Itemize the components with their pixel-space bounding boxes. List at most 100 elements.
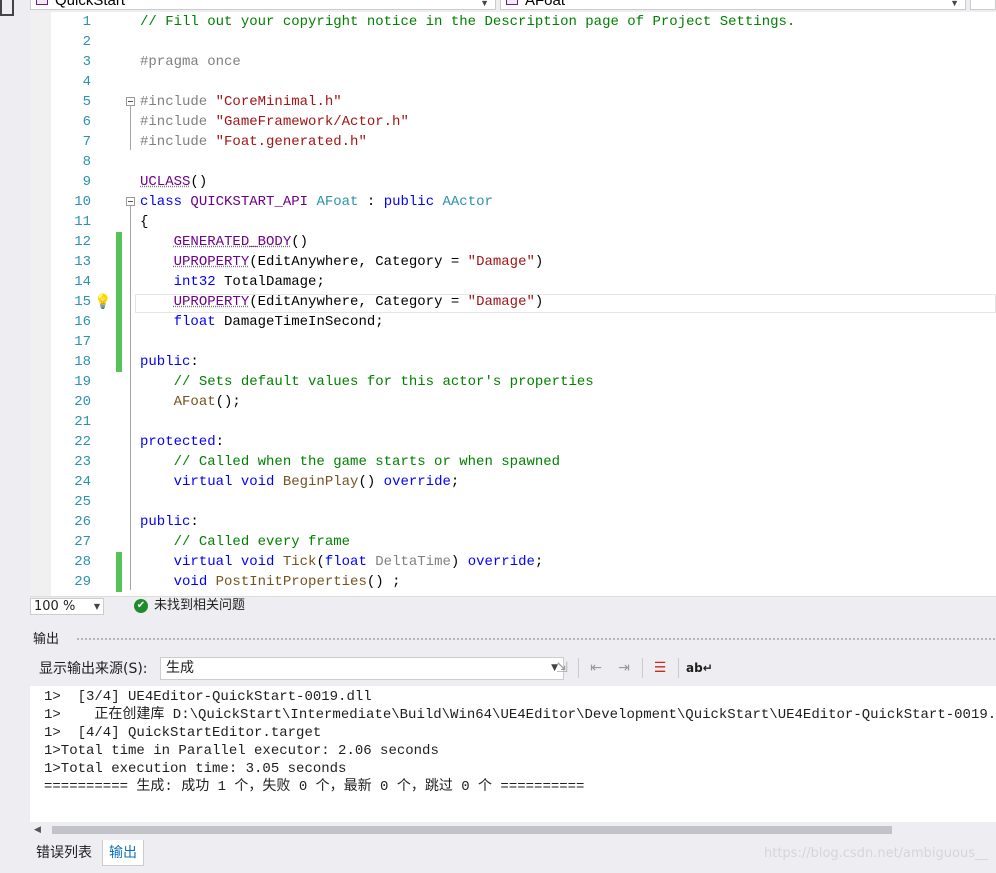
scrollbar-thumb[interactable] [52,826,892,834]
output-line: 1>Total execution time: 3.05 seconds [44,761,347,777]
line-number: 17 [74,334,91,350]
output-toolbar: 显示输出来源(S): 生成 ▼ ⇲ ⇤ ⇥ ☰ ab↵ [30,654,996,684]
code-line[interactable]: 24 virtual void BeginPlay() override; [30,472,996,492]
code-line[interactable]: 26 public: [30,512,996,532]
issues-status-text[interactable]: 未找到相关问题 [154,598,245,614]
code-line[interactable]: 27 // Called every frame [30,532,996,552]
tab-error-list[interactable]: 错误列表 [30,840,98,866]
code-line[interactable]: 7 #include "Foat.generated.h" [30,132,996,152]
code-text: UPROPERTY(EditAnywhere, Category = "Dama… [140,252,544,272]
output-text-area[interactable]: 1> [3/4] UE4Editor-QuickStart-0019.dll 1>… [30,686,996,822]
code-line[interactable]: 29 void PostInitProperties() ; [30,572,996,592]
code-line[interactable]: 2 [30,32,996,52]
code-line[interactable]: 5 #include "CoreMinimal.h" [30,92,996,112]
code-token: void [173,574,216,590]
line-number: 26 [74,514,91,530]
code-text: virtual void Tick(float DeltaTime) overr… [140,552,544,572]
line-number: 6 [82,114,91,130]
code-line[interactable]: 10 class QUICKSTART_API AFoat : public AA… [30,192,996,212]
code-line[interactable]: 19 // Sets default values for this actor… [30,372,996,392]
clear-all-icon[interactable]: ☰ [650,658,670,678]
code-line[interactable]: 9 UCLASS() [30,172,996,192]
output-horizontal-scrollbar[interactable]: ◀ [30,822,996,838]
line-number: 9 [82,174,91,190]
code-line[interactable]: 14 int32 TotalDamage; [30,272,996,292]
code-line[interactable]: 11 { [30,212,996,232]
code-line[interactable]: 12 GENERATED_BODY() [30,232,996,252]
code-text: class QUICKSTART_API AFoat : public AAct… [140,192,493,212]
code-token: TotalDamage; [224,274,325,290]
code-token: GENERATED_BODY [173,234,292,250]
code-line[interactable]: 20 AFoat(); [30,392,996,412]
collapse-icon[interactable] [126,197,135,206]
output-pane-header: 输出 [30,630,996,650]
code-line[interactable]: 25 [30,492,996,512]
code-token: virtual void [173,554,283,570]
code-line[interactable]: 8 [30,152,996,172]
line-number: 11 [74,214,91,230]
code-line[interactable]: 17 [30,332,996,352]
output-line: 1> 正在创建库 D:\QuickStart\Intermediate\Buil… [44,707,996,723]
code-token: #include [140,94,216,110]
code-line[interactable]: 1 // Fill out your copyright notice in th… [30,12,996,32]
code-token: "Damage" [467,254,535,270]
code-line[interactable]: 13 UPROPERTY(EditAnywhere, Category = "D… [30,252,996,272]
change-marker [116,292,122,312]
output-source-select[interactable]: 生成 ▼ [160,657,564,680]
code-token: // Called every frame [173,534,351,550]
line-number: 7 [82,134,91,150]
lightbulb-icon[interactable]: 💡 [94,293,111,311]
find-message-icon[interactable]: ⇲ [552,658,572,678]
code-token: protected [140,434,216,450]
output-line: 1> [4/4] QuickStartEditor.target [44,725,322,741]
project-dropdown[interactable]: QuickStart ▼ [30,0,496,10]
scroll-left-icon[interactable]: ◀ [34,825,41,835]
code-token: AFoat [173,394,216,410]
code-token: override [467,554,535,570]
toolbar-divider [678,658,679,678]
code-line[interactable]: 16 float DamageTimeInSecond; [30,312,996,332]
line-number: 29 [74,574,91,590]
code-token: ) [450,554,468,570]
member-dropdown[interactable]: AFoat ▼ [500,0,966,10]
change-marker [116,552,122,572]
word-wrap-icon[interactable]: ab↵ [686,658,713,678]
code-line[interactable]: 6 #include "GameFramework/Actor.h" [30,112,996,132]
code-text: #pragma once [140,52,241,72]
code-line[interactable]: 28 virtual void Tick(float DeltaTime) ov… [30,552,996,572]
code-token: #include [140,134,216,150]
code-line[interactable]: 3 #pragma once [30,52,996,72]
scope-dropdown[interactable] [970,0,996,10]
code-token: BeginPlay [282,474,359,490]
zoom-dropdown[interactable]: 100 % ▼ [30,598,104,615]
code-text: #include "CoreMinimal.h" [140,92,342,112]
code-token: ; [450,474,460,490]
change-marker [116,232,122,252]
code-line[interactable]: 21 [30,412,996,432]
editor-status-row: 100 % ▼ ✔ 未找到相关问题 [30,596,996,616]
code-line[interactable]: 4 [30,72,996,92]
line-number: 2 [82,34,91,50]
code-line[interactable]: 22 protected: [30,432,996,452]
current-line-highlight [135,294,996,313]
next-message-icon[interactable]: ⇥ [614,658,634,678]
pane-drag-grip[interactable] [76,637,996,642]
code-text: // Fill out your copyright notice in the… [140,12,795,32]
previous-message-icon[interactable]: ⇤ [586,658,606,678]
tab-output[interactable]: 输出 [102,840,144,866]
code-token: DamageTimeInSecond; [224,314,384,330]
code-editor[interactable]: 1 // Fill out your copyright notice in th… [30,12,996,596]
code-token: : [358,194,384,210]
collapse-icon[interactable] [126,97,135,106]
code-token: int32 [173,274,225,290]
code-token: // Sets default values for this actor's … [173,374,594,390]
toolbox-icon[interactable] [0,0,14,16]
line-number: 25 [74,494,91,510]
code-token: AActor [442,194,493,210]
code-text: public: [140,352,199,372]
code-line[interactable]: 18 public: [30,352,996,372]
code-line[interactable]: 23 // Called when the game starts or whe… [30,452,996,472]
line-number: 1 [82,14,91,30]
